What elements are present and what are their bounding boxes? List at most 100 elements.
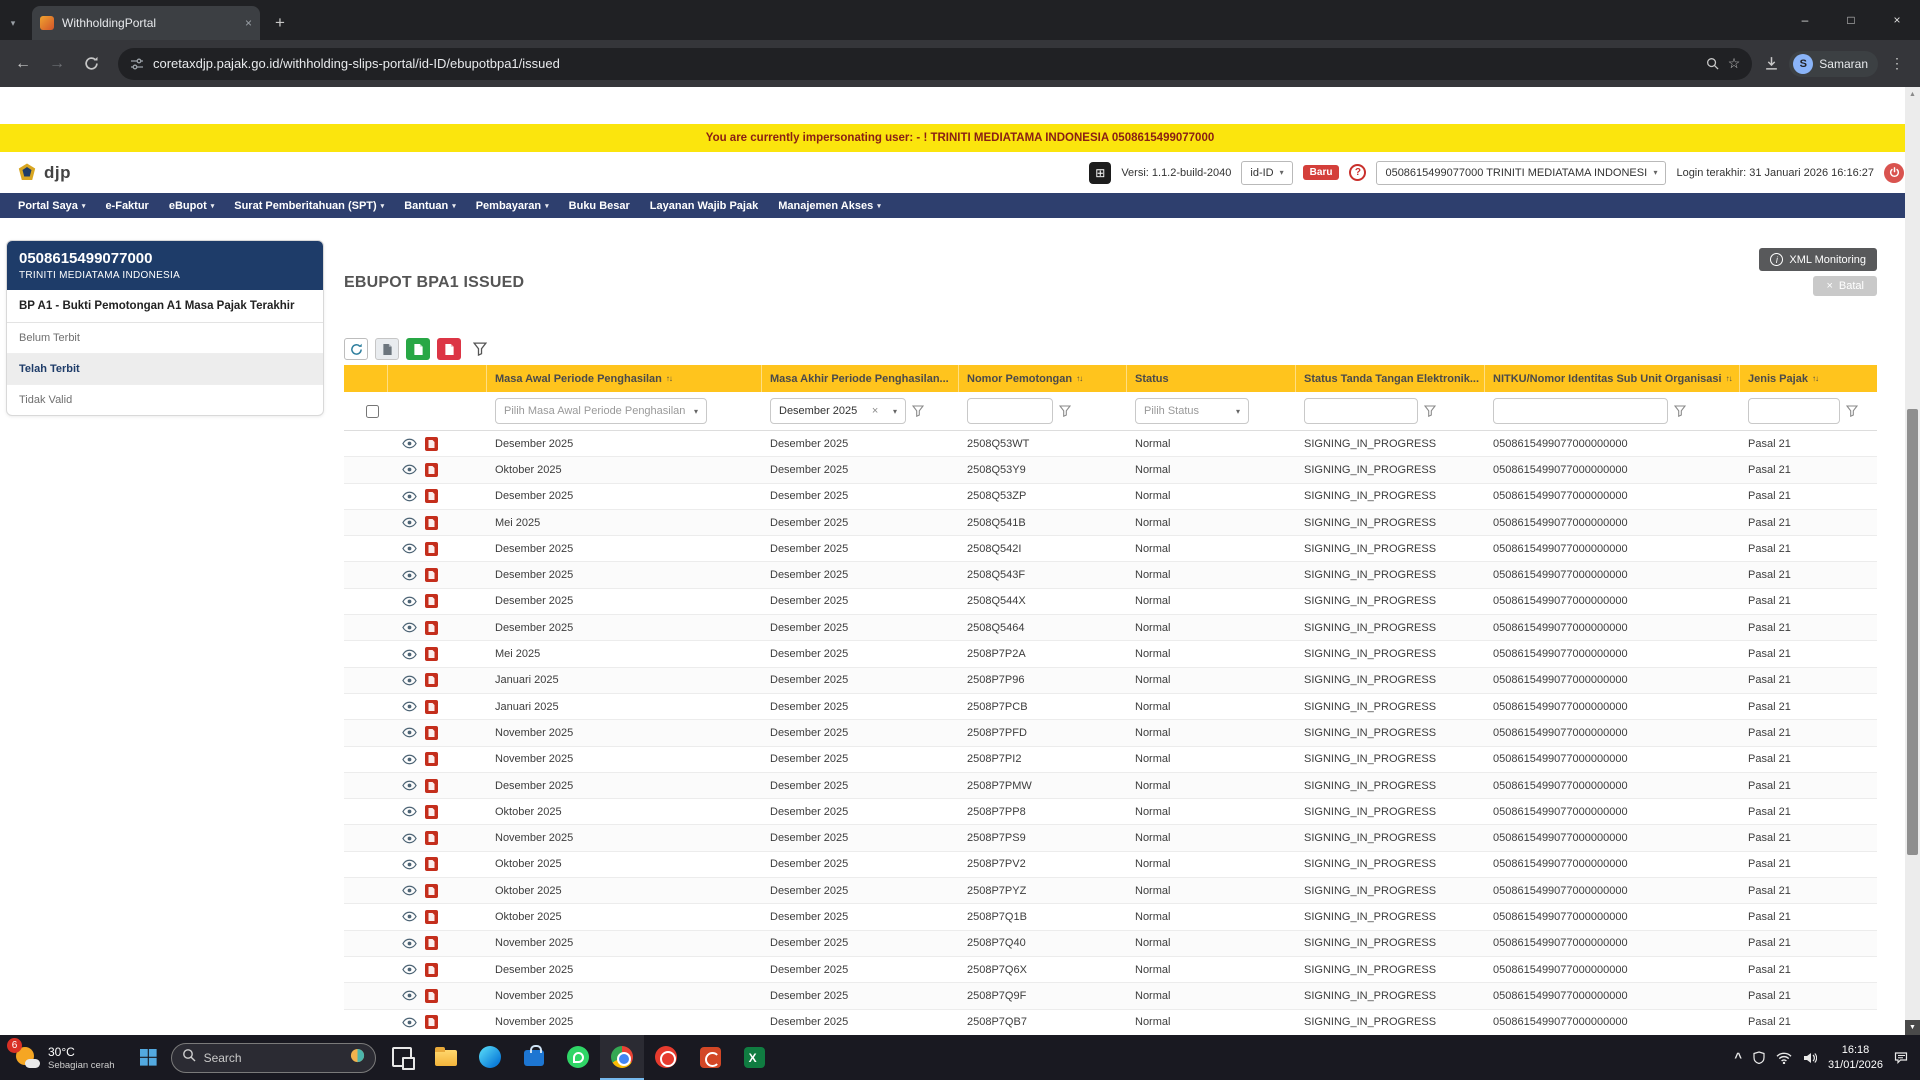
pdf-icon[interactable] [425,673,438,687]
window-close-button[interactable]: × [1874,0,1920,40]
scrollbar-thumb[interactable] [1907,409,1918,855]
profile-chip[interactable]: S Samaran [1789,51,1878,77]
view-eye-icon[interactable] [402,491,417,502]
view-eye-icon[interactable] [402,438,417,449]
sidebar-item[interactable]: Tidak Valid [7,385,323,415]
export-csv-button[interactable] [375,338,399,360]
view-eye-icon[interactable] [402,938,417,949]
url-bar[interactable]: coretaxdjp.pajak.go.id/withholding-slips… [118,48,1752,80]
nav-item[interactable]: Surat Pemberitahuan (SPT)▾ [224,200,394,212]
pdf-icon[interactable] [425,884,438,898]
pdf-icon[interactable] [425,779,438,793]
nav-item[interactable]: eBupot▾ [159,200,224,212]
reload-icon[interactable] [76,49,106,79]
column-header-nomor[interactable]: Nomor Pemotongan↑↓ [959,365,1127,392]
filter-button[interactable] [468,338,492,360]
funnel-icon[interactable] [1846,405,1858,417]
column-header-status[interactable]: Status [1127,365,1296,392]
logout-icon[interactable] [1884,163,1904,183]
pdf-icon[interactable] [425,1015,438,1029]
view-eye-icon[interactable] [402,754,417,765]
action-center-icon[interactable] [1894,1051,1908,1064]
pdf-icon[interactable] [425,594,438,608]
view-eye-icon[interactable] [402,675,417,686]
language-select[interactable]: id-ID▾ [1241,161,1292,185]
account-select[interactable]: 0508615499077000 TRINITI MEDIATAMA INDON… [1376,161,1666,185]
nav-item[interactable]: Bantuan▾ [394,200,466,212]
export-pdf-button[interactable] [437,338,461,360]
nav-item[interactable]: Buku Besar▾ [559,200,640,212]
masa-akhir-filter-select[interactable]: Desember 2025×▾ [770,398,906,424]
funnel-icon[interactable] [912,405,924,417]
select-all-checkbox[interactable] [366,405,379,418]
help-icon[interactable]: ? [1349,164,1366,181]
pdf-icon[interactable] [425,542,438,556]
nitku-filter-input[interactable] [1493,398,1668,424]
site-info-icon[interactable] [130,58,144,70]
search-highlights-icon[interactable] [350,1048,365,1068]
view-eye-icon[interactable] [402,806,417,817]
new-tab-button[interactable]: + [266,9,294,37]
clear-filter-icon[interactable]: × [872,405,878,417]
accessibility-icon[interactable]: ⊞ [1089,162,1111,184]
sort-icon[interactable]: ↑↓ [666,374,672,383]
view-eye-icon[interactable] [402,911,417,922]
pdf-icon[interactable] [425,831,438,845]
taskbar-clock[interactable]: 16:18 31/01/2026 [1828,1043,1883,1073]
pdf-icon[interactable] [425,621,438,635]
forward-icon[interactable]: → [42,49,72,79]
task-view-icon[interactable] [380,1035,424,1080]
refresh-button[interactable] [344,338,368,360]
view-eye-icon[interactable] [402,517,417,528]
pdf-icon[interactable] [425,805,438,819]
pdf-icon[interactable] [425,910,438,924]
pdf-icon[interactable] [425,647,438,661]
page-scrollbar[interactable]: ▲ ▼ [1905,87,1920,1035]
nav-item[interactable]: Manajemen Akses▾ [768,200,891,212]
view-eye-icon[interactable] [402,727,417,738]
column-header-ttd[interactable]: Status Tanda Tangan Elektronik... [1296,365,1485,392]
browser-tab[interactable]: WithholdingPortal × [32,6,260,40]
pdf-icon[interactable] [425,989,438,1003]
window-minimize-button[interactable]: – [1782,0,1828,40]
volume-icon[interactable] [1803,1052,1817,1064]
view-eye-icon[interactable] [402,833,417,844]
download-icon[interactable] [1764,56,1779,71]
view-eye-icon[interactable] [402,990,417,1001]
pdf-icon[interactable] [425,437,438,451]
sort-icon[interactable]: ↑↓ [1076,374,1082,383]
jenis-filter-input[interactable] [1748,398,1840,424]
tab-close-icon[interactable]: × [245,16,252,30]
scrollbar-down-icon[interactable]: ▼ [1905,1020,1920,1035]
column-header-masa-awal[interactable]: Masa Awal Periode Penghasilan↑↓ [487,365,762,392]
tray-chevron-icon[interactable]: ^ [1734,1050,1742,1065]
column-header-masa-akhir[interactable]: Masa Akhir Periode Penghasilan... [762,365,959,392]
view-eye-icon[interactable] [402,1017,417,1028]
view-eye-icon[interactable] [402,570,417,581]
nav-item[interactable]: Portal Saya▾ [8,200,95,212]
back-icon[interactable]: ← [8,49,38,79]
funnel-icon[interactable] [1059,405,1071,417]
ttd-filter-input[interactable] [1304,398,1418,424]
orange-app-icon[interactable] [688,1035,732,1080]
nav-item[interactable]: e-Faktur▾ [95,200,158,212]
pdf-icon[interactable] [425,936,438,950]
bookmark-star-icon[interactable]: ☆ [1728,55,1741,72]
taskbar-search[interactable]: Search [171,1043,376,1073]
pdf-icon[interactable] [425,568,438,582]
nav-item[interactable]: Layanan Wajib Pajak▾ [640,200,768,212]
xml-monitoring-button[interactable]: i XML Monitoring [1759,248,1877,271]
view-eye-icon[interactable] [402,964,417,975]
view-eye-icon[interactable] [402,543,417,554]
sort-icon[interactable]: ↑↓ [1726,374,1732,383]
pdf-icon[interactable] [425,516,438,530]
nomor-filter-input[interactable] [967,398,1053,424]
green-app-icon[interactable] [732,1035,776,1080]
view-eye-icon[interactable] [402,622,417,633]
funnel-icon[interactable] [1424,405,1436,417]
pdf-icon[interactable] [425,700,438,714]
scrollbar-up-icon[interactable]: ▲ [1905,87,1920,101]
view-eye-icon[interactable] [402,780,417,791]
djp-logo[interactable]: djp [16,162,71,184]
column-header-jenis[interactable]: Jenis Pajak↑↓ [1740,365,1877,392]
